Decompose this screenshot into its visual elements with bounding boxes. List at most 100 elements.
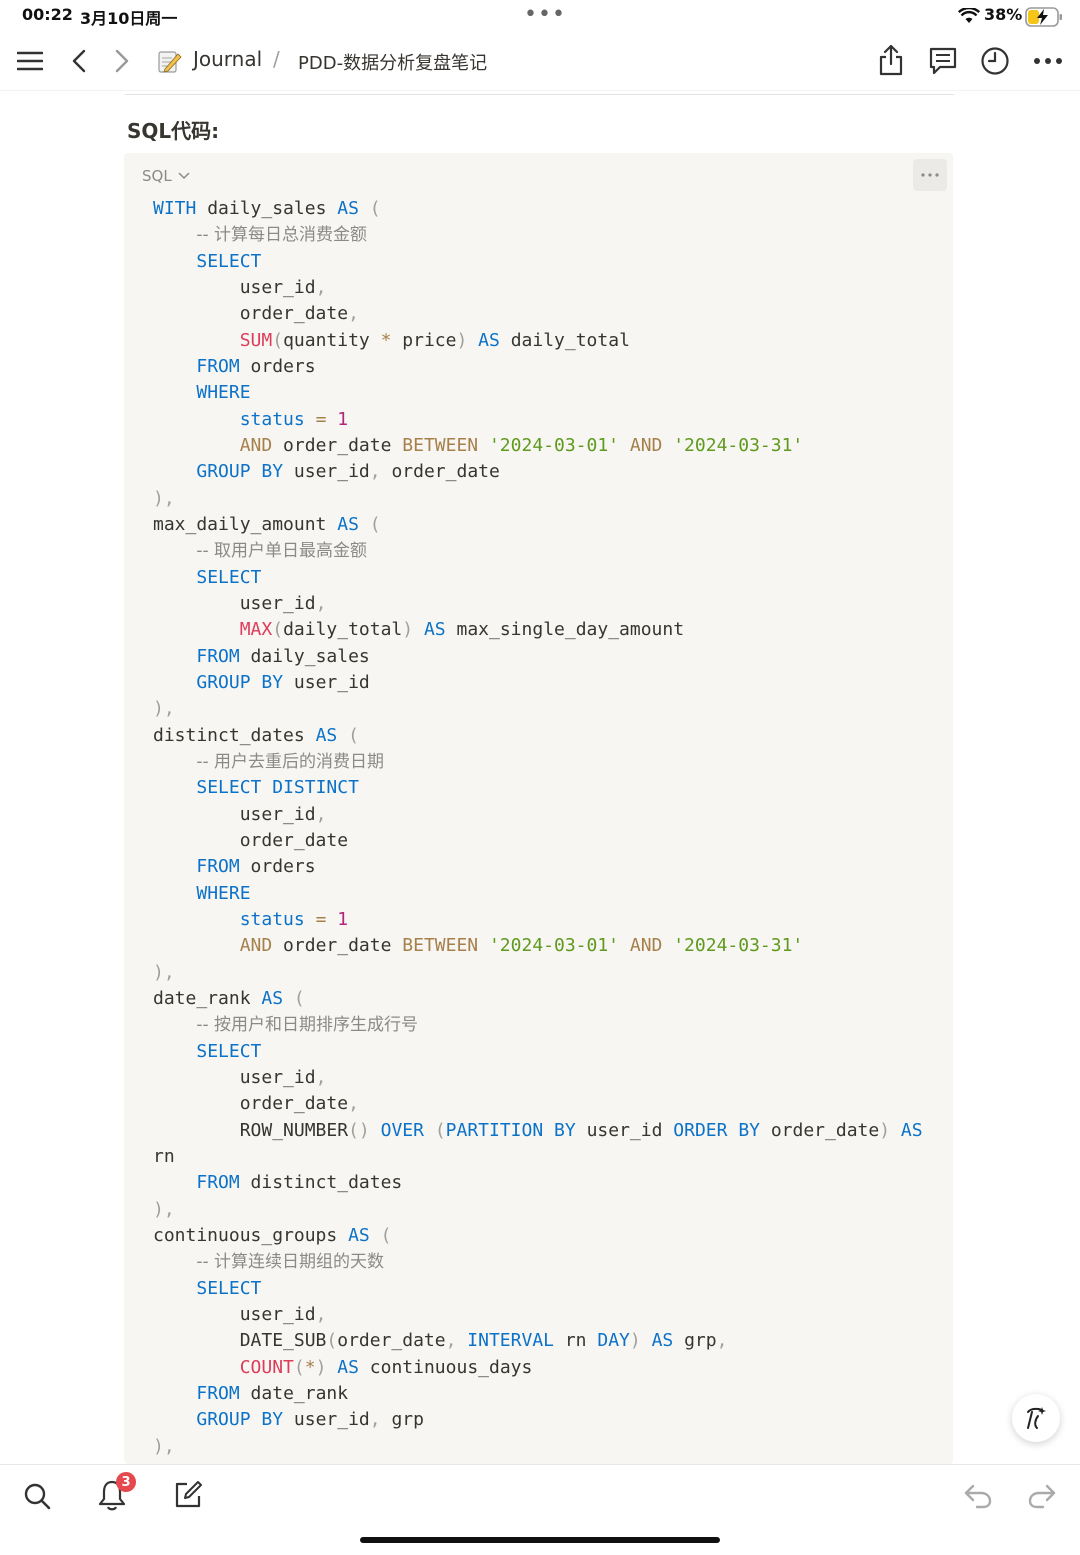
multitasking-dots-icon[interactable]: •••: [524, 2, 566, 27]
code-line: user_id,: [153, 591, 327, 617]
code-line: rn: [153, 1144, 175, 1170]
code-token: BY: [738, 1119, 760, 1141]
breadcrumb-separator: /: [273, 47, 280, 71]
code-token: ,: [315, 592, 327, 614]
code-token: '2024-03-31': [673, 935, 804, 957]
code-token: (: [272, 329, 284, 351]
code-line: order_date,: [153, 1091, 359, 1117]
code-line: GROUP BY user_id: [153, 670, 370, 696]
code-token: order_date: [337, 1330, 446, 1352]
more-icon[interactable]: [1030, 46, 1066, 76]
code-block[interactable]: SQL WITH daily_sales AS ( -- 计算每日总消费金额 S…: [124, 153, 953, 1464]
code-token: ,: [369, 461, 381, 483]
code-token: OVER: [380, 1119, 424, 1141]
code-line: -- 用户去重后的消费日期: [153, 749, 384, 775]
code-token: (: [434, 1119, 446, 1141]
search-icon[interactable]: [20, 1479, 54, 1513]
share-icon[interactable]: [874, 42, 908, 78]
chevron-right-icon[interactable]: [109, 46, 135, 76]
code-token: status: [239, 408, 305, 430]
code-token: grp: [673, 1330, 717, 1352]
redo-icon[interactable]: [1024, 1479, 1060, 1513]
breadcrumb-page[interactable]: PDD-数据分析复盘笔记: [298, 49, 487, 75]
code-token: ): [456, 329, 468, 351]
code-language-select[interactable]: SQL: [142, 167, 190, 185]
status-time: 00:22: [22, 5, 73, 24]
code-token: (: [369, 1224, 392, 1246]
code-token: ): [315, 1356, 327, 1378]
comment-icon[interactable]: [926, 44, 960, 78]
code-token: BY: [261, 461, 284, 483]
notification-badge: 3: [116, 1472, 136, 1492]
code-token: WHERE: [196, 882, 251, 904]
code-token: PARTITION: [445, 1119, 544, 1141]
code-token: user_id: [283, 1409, 370, 1431]
ai-assistant-button[interactable]: [1012, 1394, 1060, 1442]
code-token: AS: [337, 198, 359, 219]
code-token: distinct_dates: [239, 1172, 403, 1194]
code-token: continuous_days: [358, 1356, 533, 1378]
home-indicator[interactable]: [360, 1537, 720, 1543]
code-line: status = 1: [153, 407, 348, 433]
menu-icon[interactable]: [14, 46, 46, 76]
code-token: user_id: [283, 671, 370, 693]
chevron-left-icon[interactable]: [66, 46, 92, 76]
code-token: AS: [478, 329, 500, 351]
code-token: ),: [153, 698, 175, 720]
code-token: SELECT: [196, 777, 262, 799]
code-token: date_rank: [153, 987, 262, 1009]
code-line: ),: [153, 1197, 175, 1223]
code-token: FROM: [196, 355, 240, 377]
nav-divider: [0, 90, 1080, 91]
code-token: daily_total: [499, 329, 630, 351]
code-token: continuous_groups: [153, 1224, 349, 1246]
page-divider: [125, 94, 954, 95]
code-token: AS: [900, 1119, 923, 1141]
code-line: DATE_SUB(order_date, INTERVAL rn DAY) AS…: [153, 1328, 728, 1354]
code-line: ),: [153, 486, 175, 512]
code-token: BY: [554, 1119, 576, 1141]
undo-icon[interactable]: [960, 1479, 996, 1513]
code-token: user_id: [153, 276, 316, 298]
code-line: SELECT: [153, 565, 261, 591]
code-line: SUM(quantity * price) AS daily_total: [153, 328, 630, 354]
section-heading[interactable]: SQL代码:: [127, 115, 219, 144]
code-token: quantity: [283, 329, 381, 351]
compose-icon[interactable]: [170, 1477, 206, 1513]
code-line: SELECT: [153, 249, 261, 275]
code-token: ,: [348, 1093, 359, 1115]
breadcrumb-workspace[interactable]: Journal: [193, 47, 262, 71]
code-token: INTERVAL: [467, 1330, 554, 1352]
code-line: order_date,: [153, 301, 359, 327]
clock-icon[interactable]: [978, 44, 1012, 78]
code-token: 1: [337, 408, 349, 430]
code-token: (): [348, 1119, 370, 1141]
code-token: ,: [315, 1066, 327, 1088]
code-line: FROM orders: [153, 854, 315, 880]
code-token: date_rank: [239, 1382, 349, 1404]
code-line: AND order_date BETWEEN '2024-03-01' AND …: [153, 933, 804, 959]
code-token: BY: [261, 671, 284, 693]
code-line: WITH daily_sales AS (: [153, 196, 381, 222]
code-more-button[interactable]: [913, 159, 947, 191]
